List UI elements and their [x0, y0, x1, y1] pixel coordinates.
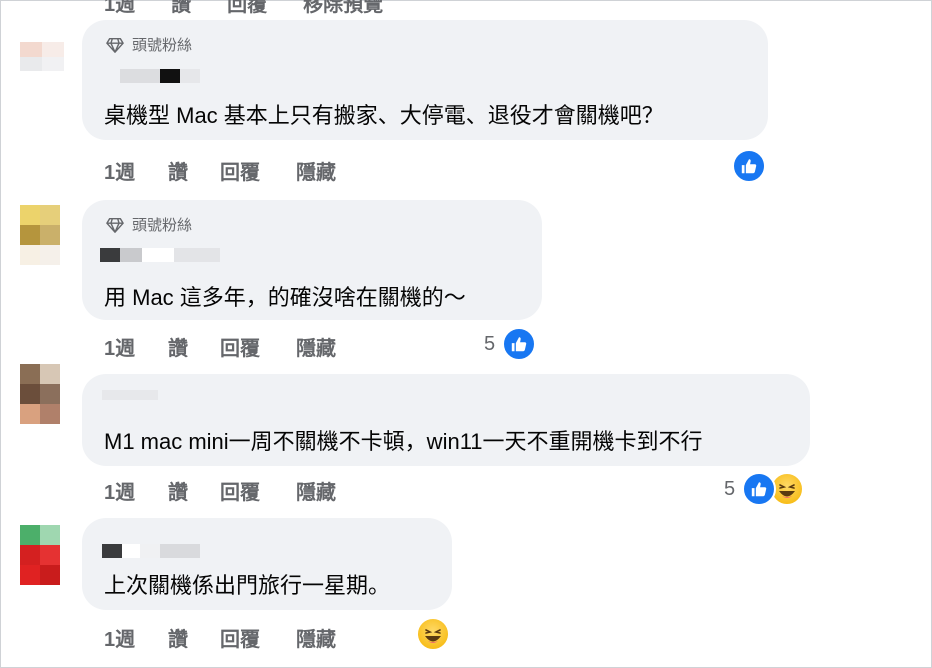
avatar[interactable]	[20, 42, 64, 86]
gem-icon	[106, 217, 124, 233]
timestamp-link[interactable]: 1週	[104, 476, 168, 505]
comment-text: 桌機型 Mac 基本上只有搬家、大停電、退役才會關機吧？	[104, 103, 664, 128]
timestamp-link[interactable]: 1週	[104, 332, 168, 361]
previous-reply-button[interactable]: 回覆	[227, 0, 267, 17]
top-fan-badge: 頭號粉絲	[106, 214, 192, 235]
like-reaction-icon[interactable]	[732, 149, 766, 183]
reaction-count[interactable]: 5	[724, 478, 735, 501]
avatar[interactable]	[20, 205, 60, 265]
comment-text: 上次關機係出門旅行一星期。	[104, 573, 391, 598]
comment-actions: 1週 讚 回覆 隱藏	[104, 332, 336, 361]
badge-label: 頭號粉絲	[132, 217, 193, 234]
like-button[interactable]: 讚	[168, 332, 220, 361]
reply-button[interactable]: 回覆	[220, 156, 296, 185]
badge-label: 頭號粉絲	[132, 37, 193, 54]
avatar[interactable]	[20, 364, 60, 424]
timestamp-link[interactable]: 1週	[104, 623, 168, 652]
gem-icon	[106, 37, 124, 53]
like-button[interactable]: 讚	[168, 476, 220, 505]
previous-like-button[interactable]: 讚	[171, 0, 191, 17]
comment-bubble: 頭號粉絲 桌機型 Mac 基本上只有搬家、大停電、退役才會關機吧？	[82, 20, 768, 140]
like-reaction-icon[interactable]	[502, 327, 536, 361]
comment-text: M1 mac mini一周不關機不卡頓，win11一天不重開機卡到不行	[104, 429, 703, 454]
comment-bubble: M1 mac mini一周不關機不卡頓，win11一天不重開機卡到不行	[82, 374, 810, 466]
commenter-name-redacted[interactable]	[102, 390, 158, 400]
timestamp-link[interactable]: 1週	[104, 156, 168, 185]
avatar[interactable]	[20, 525, 60, 585]
commenter-name-redacted[interactable]	[100, 248, 220, 262]
haha-reaction-icon[interactable]	[416, 617, 450, 651]
commenter-name-redacted[interactable]	[120, 69, 200, 83]
hide-button[interactable]: 隱藏	[296, 332, 336, 361]
comment-actions: 1週 讚 回覆 隱藏	[104, 476, 336, 505]
like-button[interactable]: 讚	[168, 623, 220, 652]
commenter-name-redacted[interactable]	[102, 544, 200, 558]
comment-text: 用 Mac 這多年，的確沒啥在關機的～	[104, 285, 466, 310]
previous-comment-actions: 1週 讚 回覆 移除預覽	[104, 0, 383, 17]
hide-button[interactable]: 隱藏	[296, 623, 336, 652]
like-button[interactable]: 讚	[168, 156, 220, 185]
reply-button[interactable]: 回覆	[220, 623, 296, 652]
hide-button[interactable]: 隱藏	[296, 156, 336, 185]
hide-button[interactable]: 隱藏	[296, 476, 336, 505]
previous-time[interactable]: 1週	[104, 0, 135, 17]
reaction-count[interactable]: 5	[484, 333, 495, 356]
previous-remove-preview-button[interactable]: 移除預覽	[303, 0, 383, 17]
comment-actions: 1週 讚 回覆 隱藏	[104, 156, 336, 185]
like-reaction-icon[interactable]	[742, 472, 776, 506]
comment-actions: 1週 讚 回覆 隱藏	[104, 623, 336, 652]
top-fan-badge: 頭號粉絲	[106, 34, 192, 55]
reply-button[interactable]: 回覆	[220, 476, 296, 505]
comment-bubble: 上次關機係出門旅行一星期。	[82, 518, 452, 610]
reply-button[interactable]: 回覆	[220, 332, 296, 361]
comment-bubble: 頭號粉絲 用 Mac 這多年，的確沒啥在關機的～	[82, 200, 542, 320]
